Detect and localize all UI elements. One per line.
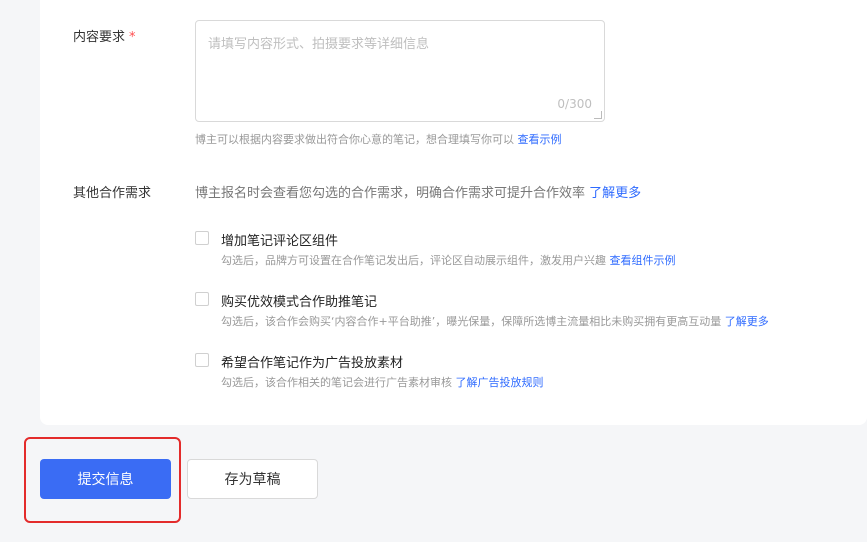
content-requirement-label: 内容要求 * [73, 29, 136, 47]
option-description: 勾选后，该合作相关的笔记会进行广告素材审核 了解广告投放规则 [221, 374, 544, 390]
learn-more-link[interactable]: 了解更多 [725, 315, 769, 328]
option-title[interactable]: 购买优效模式合作助推笔记 [221, 291, 377, 310]
view-component-example-link[interactable]: 查看组件示例 [610, 254, 676, 267]
learn-more-link[interactable]: 了解更多 [589, 186, 641, 201]
content-help-text: 博主可以根据内容要求做出符合你心意的笔记，想合理填写你可以 查看示例 [195, 132, 562, 148]
option-description: 勾选后，品牌方可设置在合作笔记发出后，评论区自动展示组件，激发用户兴趣 查看组件… [221, 252, 676, 268]
option-description-text: 勾选后，该合作会购买‘内容合作+平台助推’，曝光保量，保障所选博主流量相比未购买… [221, 315, 722, 328]
save-draft-button[interactable]: 存为草稿 [187, 459, 318, 499]
resize-handle-icon[interactable] [594, 111, 602, 119]
ad-rules-link[interactable]: 了解广告投放规则 [456, 376, 544, 389]
option-description: 勾选后，该合作会购买‘内容合作+平台助推’，曝光保量，保障所选博主流量相比未购买… [221, 313, 769, 329]
textarea-placeholder: 请填写内容形式、拍摄要求等详细信息 [208, 37, 430, 52]
other-requirements-intro: 博主报名时会查看您勾选的合作需求，明确合作需求可提升合作效率 了解更多 [195, 185, 641, 203]
other-requirements-label: 其他合作需求 [73, 186, 152, 201]
view-example-link[interactable]: 查看示例 [518, 133, 562, 146]
option-description-text: 勾选后，该合作相关的笔记会进行广告素材审核 [221, 376, 452, 389]
char-counter: 0/300 [557, 97, 592, 111]
content-help-text-body: 博主可以根据内容要求做出符合你心意的笔记，想合理填写你可以 [195, 133, 514, 146]
highlight-box [24, 437, 181, 523]
other-requirements-intro-text: 博主报名时会查看您勾选的合作需求，明确合作需求可提升合作效率 [195, 186, 586, 201]
option-title[interactable]: 希望合作笔记作为广告投放素材 [221, 352, 403, 371]
ad-material-checkbox[interactable] [195, 353, 209, 367]
required-mark: * [129, 30, 136, 45]
content-requirement-label-text: 内容要求 [73, 30, 126, 45]
content-requirement-textarea[interactable]: 请填写内容形式、拍摄要求等详细信息 0/300 [195, 20, 605, 122]
option-title[interactable]: 增加笔记评论区组件 [221, 230, 338, 249]
form-card: 内容要求 * 请填写内容形式、拍摄要求等详细信息 0/300 博主可以根据内容要求… [40, 0, 867, 425]
option-description-text: 勾选后，品牌方可设置在合作笔记发出后，评论区自动展示组件，激发用户兴趣 [221, 254, 606, 267]
boost-note-checkbox[interactable] [195, 292, 209, 306]
comment-component-checkbox[interactable] [195, 231, 209, 245]
